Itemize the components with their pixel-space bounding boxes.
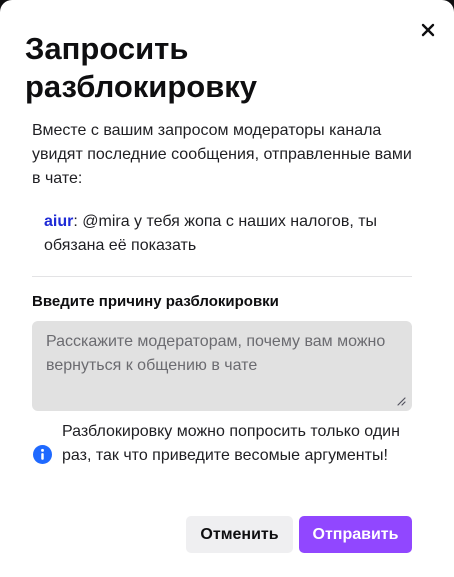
close-button[interactable] (416, 18, 440, 42)
unban-request-dialog: Запросить разблокировку Вместе с вашим з… (0, 0, 454, 577)
divider (32, 276, 412, 277)
corner-top-left (0, 0, 14, 14)
reason-label: Введите причину разблокировки (32, 293, 279, 310)
resize-handle-icon[interactable] (396, 396, 406, 406)
submit-button[interactable]: Отправить (299, 516, 412, 553)
reason-input[interactable] (32, 321, 412, 411)
chat-message: aiur: @mira у тебя жопа с наших налогов,… (44, 210, 414, 258)
corner-top-right (440, 0, 454, 14)
info-text: Разблокировку можно попросить только оди… (62, 423, 400, 464)
info-icon (33, 445, 52, 464)
intro-text: Вместе с вашим запросом модераторы канал… (32, 122, 412, 187)
close-icon (421, 23, 435, 37)
message-text: @mira у тебя жопа с наших налогов, ты об… (44, 213, 378, 254)
cancel-button[interactable]: Отменить (186, 516, 293, 553)
dialog-title: Запросить разблокировку (25, 31, 258, 104)
message-username[interactable]: aiur (44, 213, 73, 230)
